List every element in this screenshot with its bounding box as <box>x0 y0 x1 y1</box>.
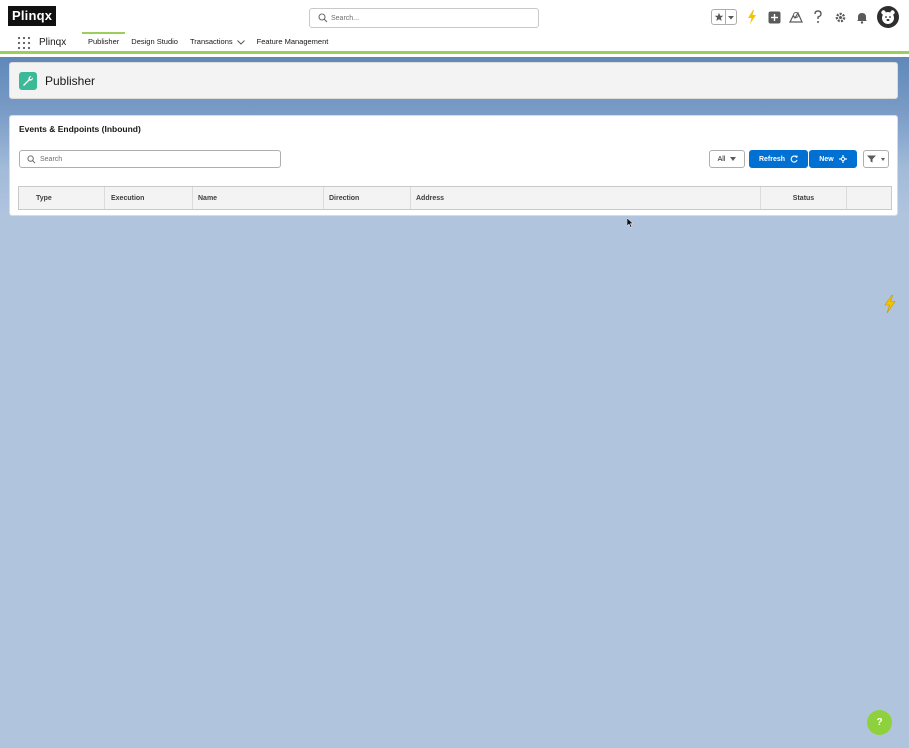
search-icon <box>27 154 36 163</box>
column-header-status[interactable]: Status <box>761 187 847 209</box>
global-search-placeholder: Search... <box>331 14 360 22</box>
nav-tab-label: Feature Management <box>256 37 329 46</box>
list-search-input[interactable]: Search <box>19 150 281 168</box>
caret-down-icon <box>730 157 737 161</box>
side-lightning-icon[interactable] <box>884 295 896 313</box>
wrench-icon <box>19 71 37 90</box>
events-endpoints-card: Events & Endpoints (Inbound) Search All … <box>9 115 898 216</box>
chevron-down-icon[interactable] <box>236 39 245 45</box>
card-title: Events & Endpoints (Inbound) <box>19 124 141 134</box>
new-button-label: New <box>819 155 834 163</box>
list-search-placeholder: Search <box>40 155 63 163</box>
search-icon <box>318 13 328 23</box>
nav-tab-label: Design Studio <box>131 37 178 46</box>
global-header: Plinqx Search... <box>0 0 909 33</box>
plinqx-logo[interactable]: Plinqx <box>8 6 57 26</box>
help-icon[interactable] <box>811 10 825 24</box>
caret-down-icon <box>881 157 885 161</box>
filter-select[interactable]: All <box>709 150 745 168</box>
notification-bell-icon[interactable] <box>855 10 869 24</box>
column-header-execution[interactable]: Execution <box>105 187 193 209</box>
mouse-cursor-icon <box>627 218 634 228</box>
trailhead-icon[interactable] <box>789 10 803 24</box>
filter-icon <box>867 155 876 163</box>
setup-gear-icon[interactable] <box>833 10 847 24</box>
nav-tab-label: Transactions <box>189 37 233 46</box>
new-button[interactable]: New <box>809 150 857 168</box>
refresh-button-label: Refresh <box>758 155 786 163</box>
app-launcher-icon[interactable] <box>17 36 31 50</box>
add-icon[interactable] <box>767 10 781 24</box>
column-header-name[interactable]: Name <box>193 187 324 209</box>
column-header-type[interactable]: Type <box>19 187 105 209</box>
page-title: Publisher <box>45 73 96 88</box>
list-controls: All Refresh New <box>709 150 889 168</box>
nav-tab-publisher[interactable]: Publisher <box>82 32 126 51</box>
filter-select-value: All <box>717 155 726 163</box>
refresh-icon <box>790 155 798 163</box>
help-floating-button[interactable]: ? <box>867 710 892 735</box>
column-header-actions <box>847 187 891 209</box>
column-header-direction[interactable]: Direction <box>324 187 411 209</box>
nav-items: Publisher Design Studio Transactions Fea… <box>82 32 335 51</box>
add-node-icon <box>838 155 847 163</box>
list-filter-button[interactable] <box>863 150 889 168</box>
column-header-address[interactable]: Address <box>411 187 761 209</box>
app-name: Plinqx <box>39 37 67 48</box>
page-header: Publisher <box>9 62 898 99</box>
favorites-group <box>711 9 737 25</box>
favorites-star-icon[interactable] <box>712 10 726 24</box>
header-utility-icons <box>711 6 899 28</box>
app-navigation-bar: Plinqx Publisher Design Studio Transacti… <box>0 32 909 54</box>
lightning-icon[interactable] <box>745 10 759 24</box>
user-avatar-icon[interactable] <box>877 6 899 28</box>
nav-tab-feature-management[interactable]: Feature Management <box>251 33 335 51</box>
table-header-row: Type Execution Name Direction Address St… <box>18 186 892 210</box>
global-search-input[interactable]: Search... <box>309 8 539 28</box>
favorites-caret-icon[interactable] <box>726 10 736 24</box>
nav-tab-design-studio[interactable]: Design Studio <box>125 33 184 51</box>
refresh-button[interactable]: Refresh <box>749 150 808 168</box>
nav-tab-label: Publisher <box>88 37 120 46</box>
nav-tab-transactions[interactable]: Transactions <box>184 33 251 51</box>
